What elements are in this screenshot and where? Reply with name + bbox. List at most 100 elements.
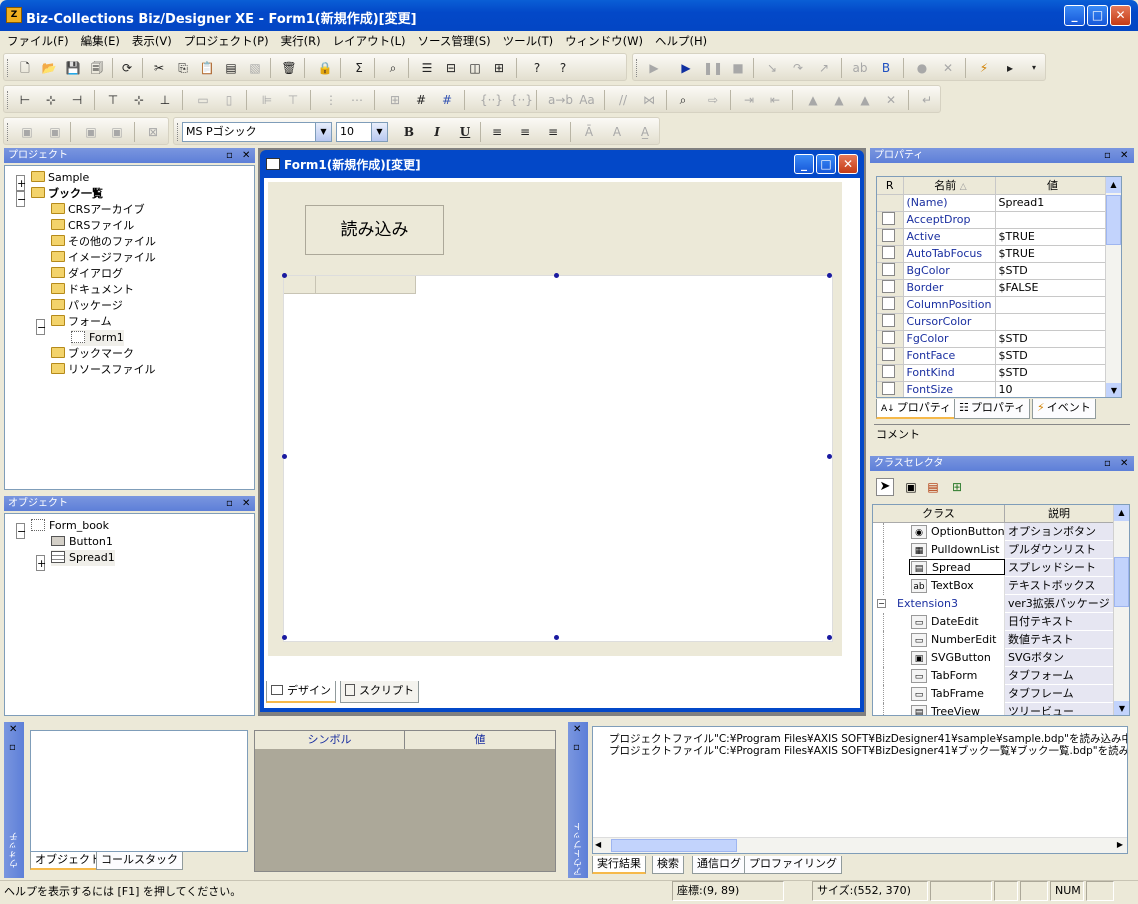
align-middle-icon[interactable]: ⊹ bbox=[130, 91, 148, 109]
scroll-thumb[interactable] bbox=[1106, 195, 1121, 245]
bring-front-icon[interactable]: ▣ bbox=[18, 123, 36, 141]
expand-icon[interactable]: + bbox=[36, 555, 46, 571]
minimize-button[interactable]: _ bbox=[1064, 5, 1085, 26]
tab-results[interactable]: 実行結果 bbox=[592, 856, 646, 874]
col-desc[interactable]: 説明 bbox=[1005, 505, 1113, 523]
class-desc-cell[interactable]: スプレッドシート bbox=[1005, 559, 1113, 577]
property-check-cell[interactable] bbox=[877, 194, 904, 212]
tab-props-sorted[interactable]: A↓ プロパティ bbox=[876, 399, 957, 419]
class-name-cell[interactable]: ▭ TabForm bbox=[873, 667, 1005, 685]
tree-item-sample[interactable]: Sample bbox=[31, 170, 89, 186]
class-row[interactable]: ◉ OptionButton オプションボタン bbox=[873, 523, 1113, 541]
menu-project[interactable]: プロジェクト(P) bbox=[177, 31, 274, 49]
float-icon[interactable]: ▫ bbox=[1104, 148, 1111, 163]
align-left-icon[interactable]: ⊢ bbox=[16, 91, 34, 109]
property-checkbox[interactable] bbox=[882, 279, 895, 293]
selection-handle[interactable] bbox=[282, 454, 287, 459]
property-row[interactable]: FgColor $STD bbox=[877, 330, 1108, 348]
replace-ab-icon[interactable]: a→b bbox=[548, 91, 573, 109]
save-icon[interactable]: 💾 bbox=[64, 59, 82, 77]
menu-file[interactable]: ファイル(F) bbox=[0, 31, 74, 49]
selection-handle[interactable] bbox=[554, 273, 559, 278]
app-icon[interactable]: Z bbox=[6, 7, 22, 23]
chevron-down-icon[interactable]: ▼ bbox=[315, 123, 331, 141]
class-row[interactable]: ▤ TreeView ツリービュー bbox=[873, 703, 1113, 715]
property-value[interactable]: $FALSE bbox=[995, 279, 1108, 297]
help-search-icon[interactable]: ? bbox=[528, 59, 546, 77]
save-all-icon[interactable]: 🗐 bbox=[88, 59, 106, 77]
tree-item-form-book[interactable]: Form_book bbox=[31, 518, 109, 534]
underline-button[interactable]: U bbox=[456, 123, 474, 141]
property-name[interactable]: AutoTabFocus bbox=[903, 245, 996, 263]
class-name-cell[interactable]: ▭ NumberEdit bbox=[873, 631, 1005, 649]
toolbar-dropdown-icon[interactable]: ▾ bbox=[1025, 59, 1043, 77]
property-value[interactable]: $STD bbox=[995, 262, 1108, 280]
output-hscrollbar[interactable]: ◀ ▶ bbox=[593, 837, 1127, 853]
play-disabled-icon[interactable]: ▶ bbox=[645, 59, 663, 77]
property-value[interactable]: $TRUE bbox=[995, 228, 1108, 246]
property-row[interactable]: Border $FALSE bbox=[877, 279, 1108, 297]
close-icon[interactable]: ✕ bbox=[1120, 456, 1128, 471]
property-value[interactable]: $STD bbox=[995, 330, 1108, 348]
tree-item-crs-archive[interactable]: CRSアーカイブ bbox=[51, 202, 145, 218]
close-icon[interactable]: ✕ bbox=[9, 724, 17, 735]
split-v-icon[interactable]: ◫ bbox=[466, 59, 484, 77]
tree-item-image-files[interactable]: イメージファイル bbox=[51, 250, 156, 266]
float-icon[interactable]: ▫ bbox=[9, 742, 16, 753]
view-icon[interactable]: ▣ bbox=[902, 478, 920, 496]
chevron-up-icon[interactable]: ▲ bbox=[1114, 505, 1129, 521]
tab-script[interactable]: スクリプト bbox=[340, 681, 419, 703]
property-name[interactable]: ColumnPosition bbox=[903, 296, 996, 314]
align-top-icon[interactable]: ⊤ bbox=[104, 91, 122, 109]
uncomment-icon[interactable]: ⋈ bbox=[640, 91, 658, 109]
v-even-icon[interactable]: ⋯ bbox=[348, 91, 366, 109]
lock-icon[interactable]: 🔒 bbox=[316, 59, 334, 77]
class-row[interactable]: ▭ NumberEdit 数値テキスト bbox=[873, 631, 1113, 649]
class-name-cell[interactable]: ▣ SVGButton bbox=[873, 649, 1005, 667]
property-value[interactable]: $STD bbox=[995, 347, 1108, 365]
property-checkbox[interactable] bbox=[882, 296, 895, 310]
property-value[interactable] bbox=[995, 313, 1108, 331]
help-icon[interactable]: ? bbox=[554, 59, 572, 77]
class-name-cell[interactable]: ab TextBox bbox=[873, 577, 1005, 595]
property-row[interactable]: FontKind $STD bbox=[877, 364, 1108, 382]
class-row[interactable]: ▭ TabForm タブフォーム bbox=[873, 667, 1113, 685]
tree-item-other-files[interactable]: その他のファイル bbox=[51, 234, 156, 250]
property-value[interactable]: Spread1 bbox=[995, 194, 1108, 212]
tree-item-button1[interactable]: Button1 bbox=[51, 534, 113, 550]
paste-icon[interactable]: 📋 bbox=[198, 59, 216, 77]
form-close-button[interactable]: ✕ bbox=[838, 154, 858, 174]
float-icon[interactable]: ▫ bbox=[573, 742, 580, 753]
property-checkbox[interactable] bbox=[882, 262, 895, 276]
font-name-select[interactable]: MS Pゴシック ▼ bbox=[182, 122, 332, 142]
brace-close-icon[interactable]: {··} bbox=[510, 91, 533, 109]
chevron-up-icon[interactable]: ▲ bbox=[1106, 177, 1121, 193]
class-desc-cell[interactable]: SVGボタン bbox=[1005, 649, 1113, 667]
close-button[interactable]: ✕ bbox=[1110, 5, 1131, 26]
watch-object-list[interactable] bbox=[30, 730, 248, 852]
ungroup-icon[interactable]: ▣ bbox=[108, 123, 126, 141]
col-value[interactable]: 値 bbox=[995, 177, 1108, 195]
menu-source[interactable]: ソース管理(S) bbox=[410, 31, 495, 49]
tab-comm-log[interactable]: 通信ログ bbox=[692, 856, 746, 874]
properties-scrollbar[interactable]: ▲ ▼ bbox=[1105, 177, 1121, 397]
property-row[interactable]: FontFace $STD bbox=[877, 347, 1108, 365]
breakpoint-icon[interactable]: ● bbox=[913, 59, 931, 77]
col-class[interactable]: クラス bbox=[873, 505, 1005, 523]
h-even-icon[interactable]: ⋮ bbox=[322, 91, 340, 109]
class-name-cell[interactable]: − Extension3 bbox=[873, 595, 1005, 613]
chevron-left-icon[interactable]: ◀ bbox=[595, 840, 601, 849]
tree-item-spread1[interactable]: Spread1 bbox=[51, 550, 115, 566]
property-check-cell[interactable] bbox=[877, 330, 904, 348]
tree-item-dialog[interactable]: ダイアログ bbox=[51, 266, 123, 282]
layer-icon[interactable]: ☰ bbox=[418, 59, 436, 77]
sigma-icon[interactable]: Σ bbox=[350, 59, 368, 77]
class-name-cell[interactable]: ▤ Spread bbox=[873, 559, 1005, 577]
property-name[interactable]: FgColor bbox=[903, 330, 996, 348]
tree-item-form1[interactable]: Form1 bbox=[71, 330, 124, 346]
v-space-icon[interactable]: ⊤ bbox=[284, 91, 302, 109]
clear-bookmark-icon[interactable]: ✕ bbox=[882, 91, 900, 109]
form-maximize-button[interactable]: □ bbox=[816, 154, 836, 174]
tab-profiling[interactable]: プロファイリング bbox=[744, 856, 842, 874]
property-checkbox[interactable] bbox=[882, 245, 895, 259]
